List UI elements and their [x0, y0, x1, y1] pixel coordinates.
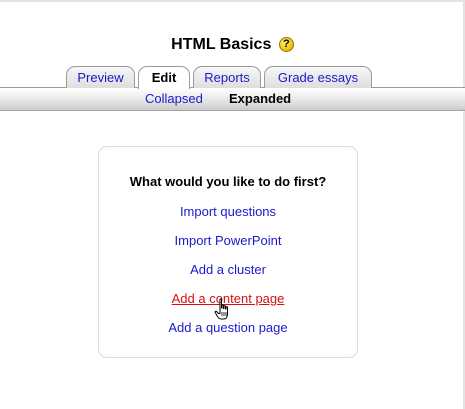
tab-bar-divider	[0, 110, 465, 111]
tab-preview[interactable]: Preview	[66, 66, 135, 88]
tab-reports[interactable]: Reports	[193, 66, 261, 88]
tab-label: Reports	[204, 70, 250, 85]
page-top-border	[0, 0, 465, 2]
tab-grade-essays[interactable]: Grade essays	[264, 66, 372, 88]
import-questions-link[interactable]: Import questions	[99, 204, 357, 219]
import-powerpoint-link[interactable]: Import PowerPoint	[99, 233, 357, 248]
subtab-expanded: Expanded	[229, 91, 292, 106]
hand-pointer-icon	[214, 298, 228, 320]
page-title: HTML Basics	[171, 36, 272, 53]
link-label: Add a cluster	[190, 262, 266, 277]
add-question-page-link[interactable]: Add a question page	[99, 320, 357, 335]
panel-heading: What would you like to do first?	[129, 174, 327, 189]
help-icon[interactable]: ?	[278, 36, 294, 52]
tab-label: Edit	[151, 70, 177, 85]
subtab-collapsed[interactable]: Collapsed	[145, 91, 203, 107]
tab-edit[interactable]: Edit	[138, 66, 190, 89]
link-label: Import PowerPoint	[174, 233, 282, 248]
add-cluster-link[interactable]: Add a cluster	[99, 262, 357, 277]
tab-label: Grade essays	[277, 70, 359, 85]
link-label: Import questions	[179, 204, 277, 219]
title-row: HTML Basics ?	[0, 36, 465, 58]
tab-label: Preview	[77, 70, 124, 85]
link-label: Add a question page	[168, 320, 288, 335]
first-action-panel: What would you like to do first? Import …	[98, 146, 358, 358]
